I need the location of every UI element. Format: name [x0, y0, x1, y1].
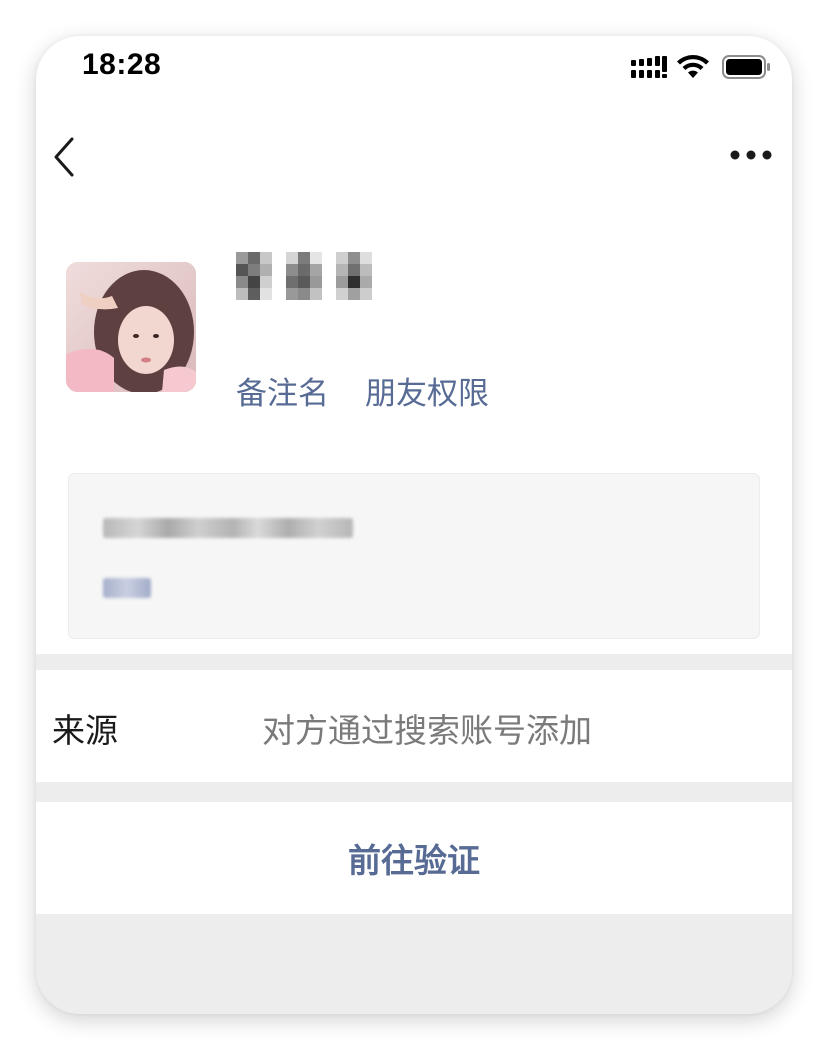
- nickname-pixel-block: [336, 252, 372, 300]
- nickname-pixel-block: [286, 252, 322, 300]
- remark-name-link[interactable]: 备注名: [236, 368, 329, 413]
- friend-permission-link[interactable]: 朋友权限: [365, 368, 489, 413]
- blurred-link-text: [103, 578, 151, 598]
- signature-card: [68, 473, 760, 639]
- status-time: 18:28: [82, 48, 162, 81]
- section-divider: [36, 654, 792, 670]
- source-row: 来源 对方通过搜索账号添加: [36, 670, 792, 782]
- wifi-icon: [677, 55, 709, 78]
- nickname-pixelated: [236, 252, 372, 300]
- phone-screen: 18:28 备注名 朋友权限 来源 对方通过搜索账号添加 前往验证: [36, 36, 792, 1014]
- nickname-pixel-block: [236, 252, 272, 300]
- source-label: 来源: [52, 711, 118, 750]
- bottom-empty-area: [36, 914, 792, 1014]
- signal-icon: [631, 56, 667, 78]
- status-bar: 18:28: [36, 36, 792, 108]
- section-divider: [36, 782, 792, 802]
- nav-bar: [36, 108, 792, 208]
- chevron-left-icon[interactable]: [52, 136, 76, 178]
- blurred-text-line: [103, 518, 353, 538]
- avatar-image: [66, 262, 196, 392]
- go-verify-button[interactable]: 前往验证: [36, 802, 792, 914]
- profile-section: 备注名 朋友权限: [36, 208, 792, 654]
- battery-icon: [722, 55, 770, 79]
- avatar[interactable]: [66, 262, 196, 392]
- profile-links: 备注名 朋友权限: [236, 368, 489, 413]
- go-verify-label: 前往验证: [348, 841, 480, 880]
- source-value: 对方通过搜索账号添加: [262, 711, 592, 750]
- more-dots-icon[interactable]: [729, 148, 773, 162]
- page: 18:28 备注名 朋友权限 来源 对方通过搜索账号添加 前往验证: [0, 0, 828, 1050]
